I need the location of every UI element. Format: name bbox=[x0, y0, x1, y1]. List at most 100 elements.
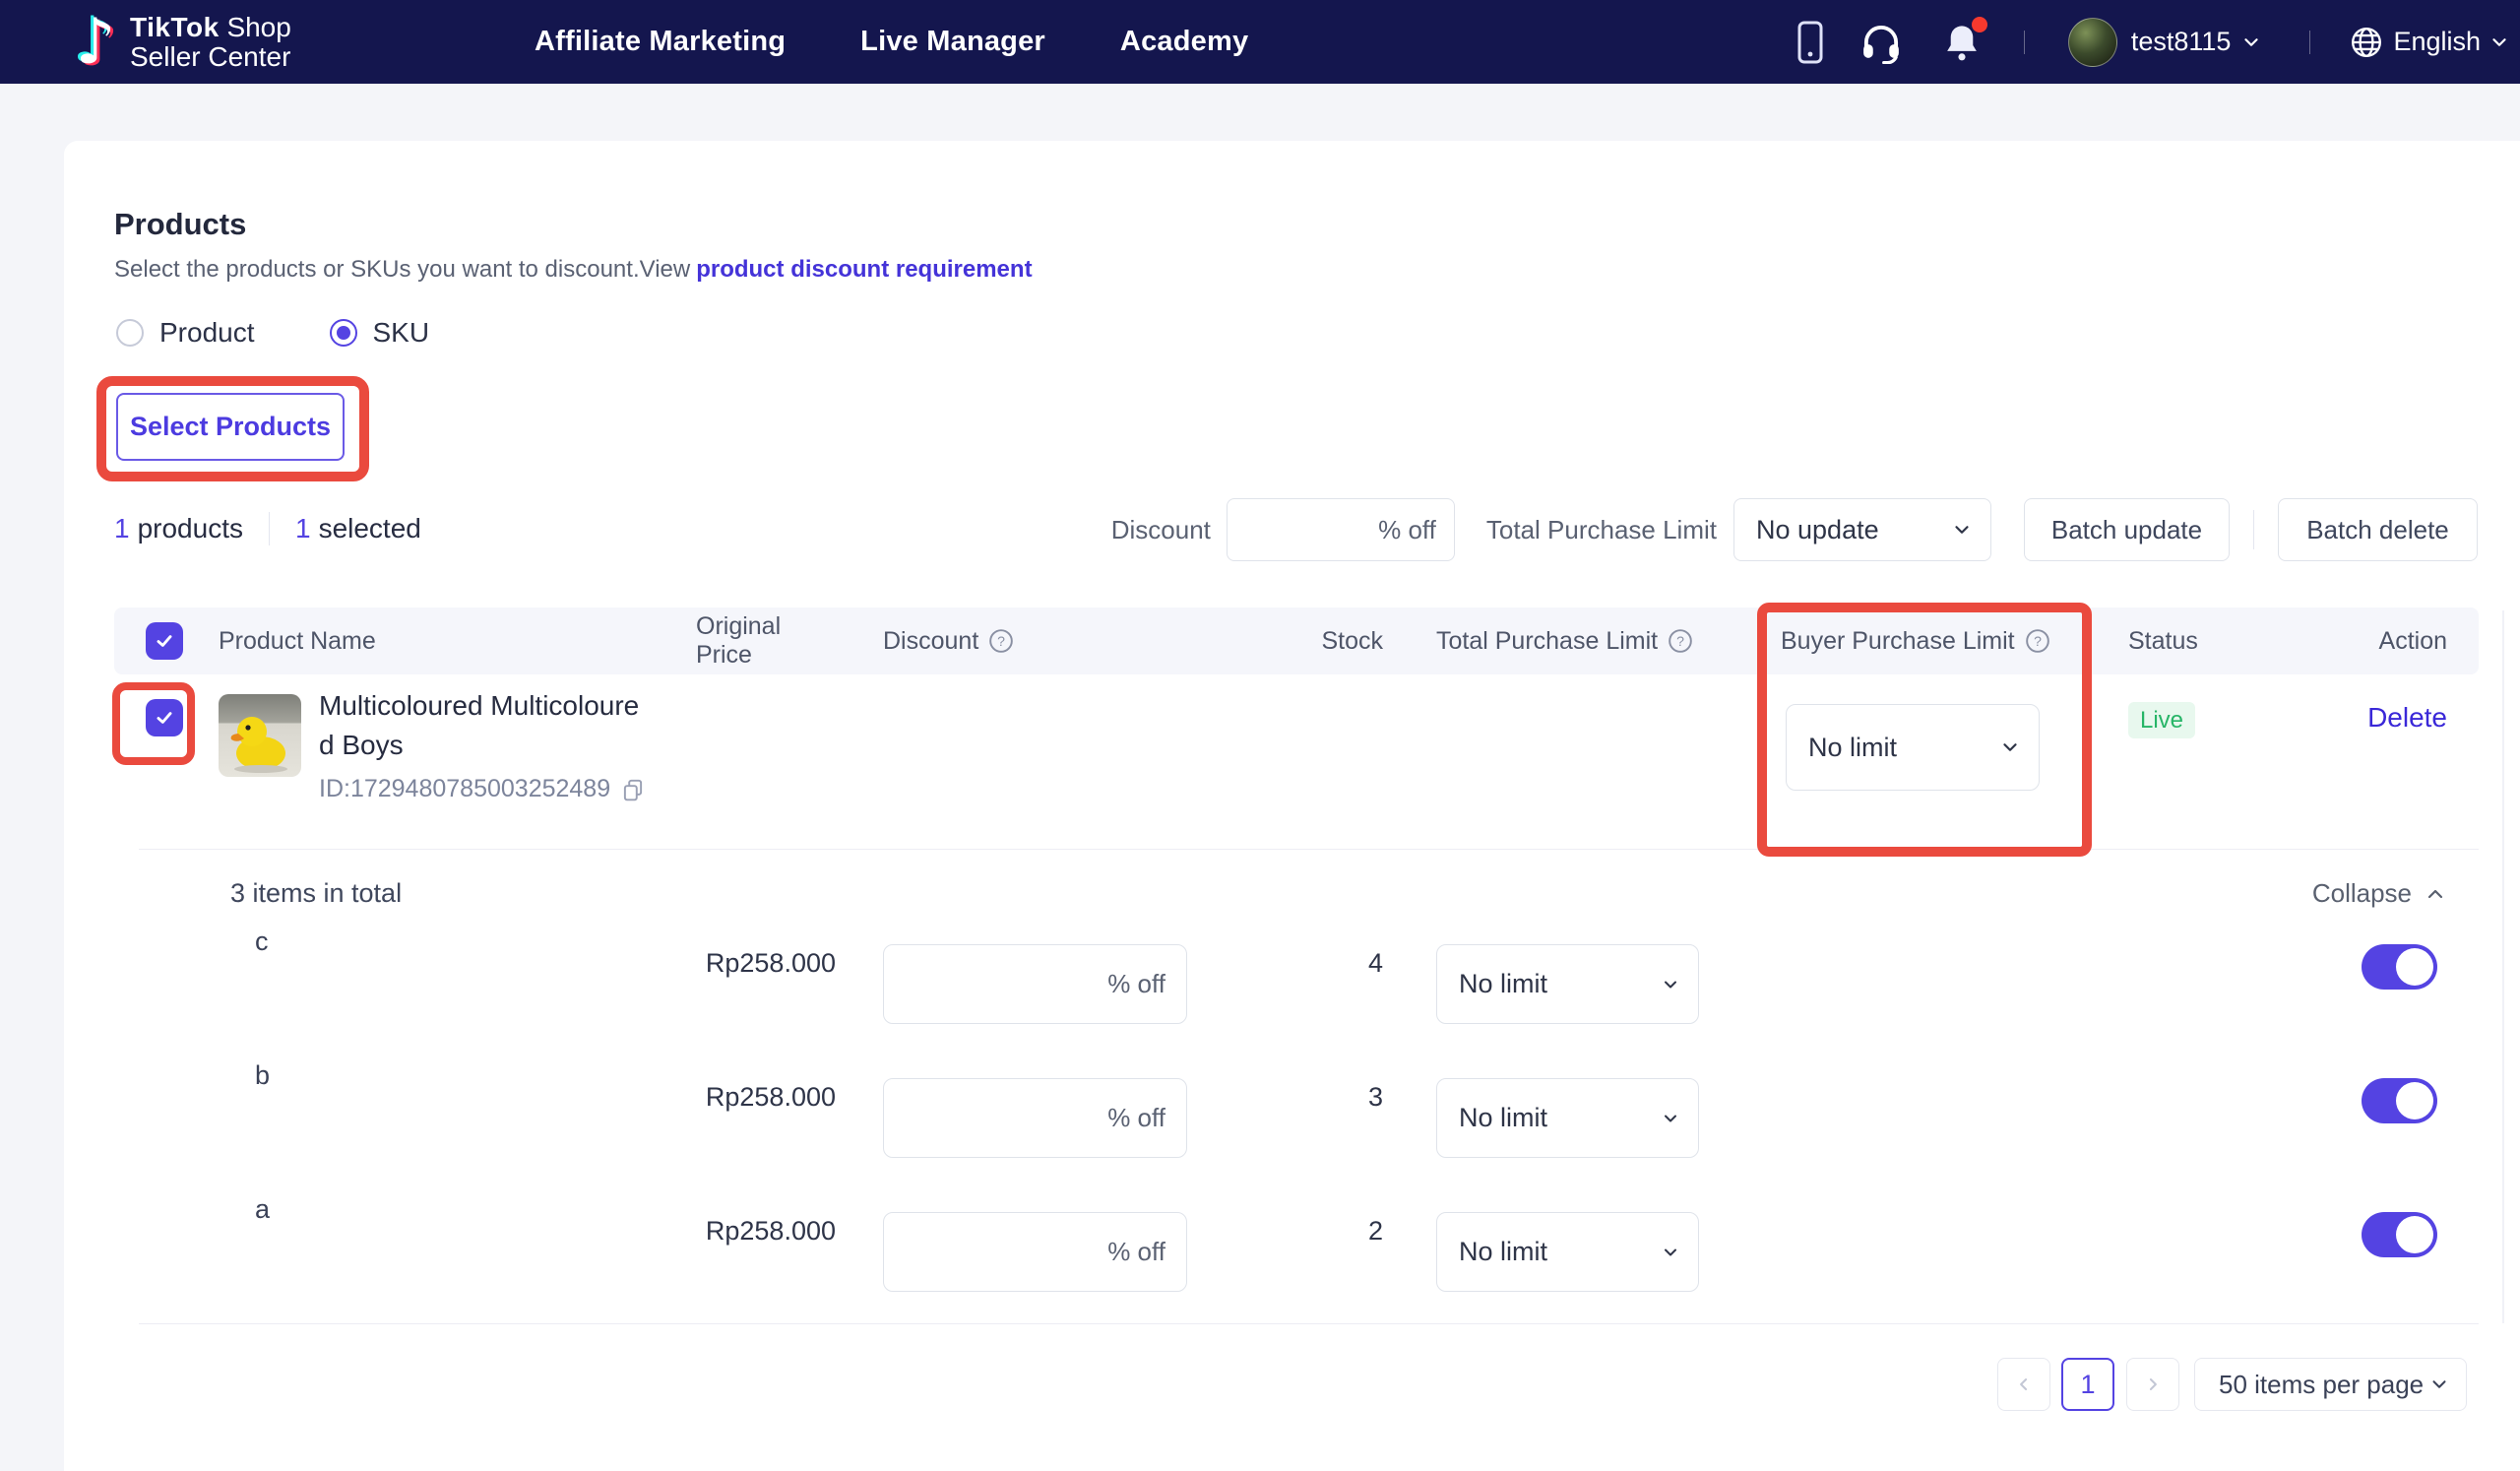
question-icon[interactable]: ? bbox=[988, 628, 1014, 654]
pagination: 1 50 items per page bbox=[1997, 1358, 2467, 1411]
sku-stock: 4 bbox=[1187, 948, 1383, 979]
batch-delete-button[interactable]: Batch delete bbox=[2278, 498, 2478, 561]
sku-discount-input[interactable]: % off bbox=[883, 944, 1187, 1024]
device-icon[interactable] bbox=[1797, 21, 1823, 64]
divider bbox=[139, 1323, 2479, 1324]
col-discount: Discount ? bbox=[836, 627, 1187, 656]
enable-toggle[interactable] bbox=[2362, 1212, 2437, 1257]
select-products-button[interactable]: Select Products bbox=[116, 393, 345, 461]
divider bbox=[2024, 31, 2025, 54]
row-checkbox[interactable] bbox=[146, 699, 183, 736]
no-update-select[interactable]: No update bbox=[1733, 498, 1991, 561]
next-page-button[interactable] bbox=[2126, 1358, 2179, 1411]
logo-title: TikTok Shop bbox=[130, 13, 291, 42]
sku-stock: 3 bbox=[1187, 1082, 1383, 1113]
chevron-down-icon bbox=[2428, 1374, 2450, 1395]
divider bbox=[2253, 510, 2254, 549]
divider bbox=[269, 512, 270, 545]
language-label[interactable]: English bbox=[2393, 27, 2481, 57]
discount-input[interactable]: % off bbox=[1227, 498, 1455, 561]
col-total-purchase-limit: Total Purchase Limit ? bbox=[1383, 627, 1695, 656]
batch-controls: Discount % off Total Purchase Limit No u… bbox=[1111, 498, 2478, 561]
product-name: Multicoloured Multicoloure d Boys bbox=[319, 686, 646, 765]
sku-discount-input[interactable]: % off bbox=[883, 1212, 1187, 1292]
product-image[interactable] bbox=[219, 694, 301, 777]
sku-name: a bbox=[255, 1194, 270, 1224]
chevron-down-icon bbox=[1999, 736, 2021, 758]
sku-section-header: 3 items in total Collapse bbox=[114, 866, 2479, 921]
radio-sku-label[interactable]: SKU bbox=[373, 317, 430, 349]
chevron-down-icon bbox=[1661, 1243, 1680, 1262]
logo-subtitle: Seller Center bbox=[130, 42, 291, 72]
delete-button[interactable]: Delete bbox=[2367, 702, 2447, 734]
nav-item-live-manager[interactable]: Live Manager bbox=[860, 26, 1045, 58]
sku-row: b Rp258.000 % off 3 No limit bbox=[114, 1060, 2479, 1194]
question-icon[interactable]: ? bbox=[1668, 628, 1693, 654]
copy-icon[interactable] bbox=[620, 777, 646, 802]
caret-up-icon bbox=[2424, 882, 2447, 906]
nav-item-academy[interactable]: Academy bbox=[1120, 26, 1248, 58]
col-action: Action bbox=[2303, 627, 2479, 656]
user-name[interactable]: test8115 bbox=[2131, 27, 2232, 57]
sku-row: a Rp258.000 % off 2 No limit bbox=[114, 1194, 2479, 1328]
avatar[interactable] bbox=[2068, 18, 2117, 67]
chevron-down-icon bbox=[1951, 519, 1973, 541]
tiktok-logo[interactable]: TikTok Shop Seller Center bbox=[65, 10, 291, 75]
col-product-name: Product Name bbox=[219, 627, 696, 656]
notification-dot bbox=[1972, 17, 1987, 32]
col-stock: Stock bbox=[1187, 627, 1383, 656]
divider bbox=[139, 849, 2479, 850]
headset-icon[interactable] bbox=[1858, 21, 1904, 64]
chevron-down-icon bbox=[1661, 1109, 1680, 1128]
svg-text:?: ? bbox=[997, 633, 1005, 649]
globe-icon[interactable] bbox=[2350, 26, 2383, 59]
subtitle-text: Select the products or SKUs you want to … bbox=[114, 256, 690, 283]
question-icon[interactable]: ? bbox=[2025, 628, 2050, 654]
product-discount-requirement-link[interactable]: product discount requirement bbox=[696, 256, 1032, 283]
buyer-limit-select[interactable]: No limit bbox=[1786, 704, 2040, 791]
page-size-select[interactable]: 50 items per page bbox=[2194, 1358, 2467, 1411]
sku-limit-select[interactable]: No limit bbox=[1436, 1078, 1699, 1158]
top-navigation: Affiliate Marketing Live Manager Academy bbox=[535, 0, 1248, 84]
page-title: Products bbox=[114, 207, 246, 242]
enable-toggle[interactable] bbox=[2362, 1078, 2437, 1123]
nav-item-affiliate-marketing[interactable]: Affiliate Marketing bbox=[535, 26, 786, 58]
radio-sku[interactable] bbox=[330, 319, 357, 347]
radio-product[interactable] bbox=[116, 319, 144, 347]
total-purchase-limit-label: Total Purchase Limit bbox=[1486, 515, 1717, 545]
chevron-down-icon[interactable] bbox=[2240, 32, 2262, 53]
percent-off-suffix: % off bbox=[1378, 515, 1436, 545]
sku-limit-select[interactable]: No limit bbox=[1436, 1212, 1699, 1292]
prev-page-button[interactable] bbox=[1997, 1358, 2050, 1411]
sku-limit-select[interactable]: No limit bbox=[1436, 944, 1699, 1024]
product-sku-radio-group: Product SKU bbox=[116, 317, 429, 349]
sku-discount-input[interactable]: % off bbox=[883, 1078, 1187, 1158]
topbar-right: test8115 English bbox=[1797, 0, 2510, 84]
sku-price: Rp258.000 bbox=[696, 948, 836, 979]
status-badge: Live bbox=[2128, 702, 2195, 738]
divider bbox=[2309, 31, 2310, 54]
sku-name: c bbox=[255, 927, 269, 956]
page-1-button[interactable]: 1 bbox=[2061, 1358, 2114, 1411]
fixed-column-divider bbox=[2502, 610, 2504, 1323]
svg-text:?: ? bbox=[1676, 633, 1684, 649]
radio-product-label[interactable]: Product bbox=[159, 317, 255, 349]
tiktok-note-icon bbox=[65, 10, 126, 75]
select-all-checkbox[interactable] bbox=[146, 622, 183, 660]
sku-price: Rp258.000 bbox=[696, 1216, 836, 1247]
col-status: Status bbox=[2082, 627, 2303, 656]
product-row: Multicoloured Multicoloure d Boys ID:172… bbox=[114, 674, 2479, 849]
enable-toggle[interactable] bbox=[2362, 944, 2437, 990]
batch-update-button[interactable]: Batch update bbox=[2024, 498, 2230, 561]
items-total: 3 items in total bbox=[114, 878, 402, 909]
page: TikTok Shop Seller Center Affiliate Mark… bbox=[0, 0, 2520, 1471]
product-info: Multicoloured Multicoloure d Boys ID:172… bbox=[319, 686, 646, 803]
bell-icon[interactable] bbox=[1943, 21, 1981, 64]
collapse-button[interactable]: Collapse bbox=[2312, 878, 2479, 909]
product-id: ID:1729480785003252489 bbox=[319, 775, 646, 803]
col-original-price: Original Price bbox=[696, 612, 836, 670]
chevron-down-icon[interactable] bbox=[2488, 32, 2510, 53]
col-buyer-purchase-limit: Buyer Purchase Limit ? bbox=[1695, 627, 2082, 656]
products-count: 1 bbox=[114, 513, 130, 544]
discount-label: Discount bbox=[1111, 515, 1211, 545]
